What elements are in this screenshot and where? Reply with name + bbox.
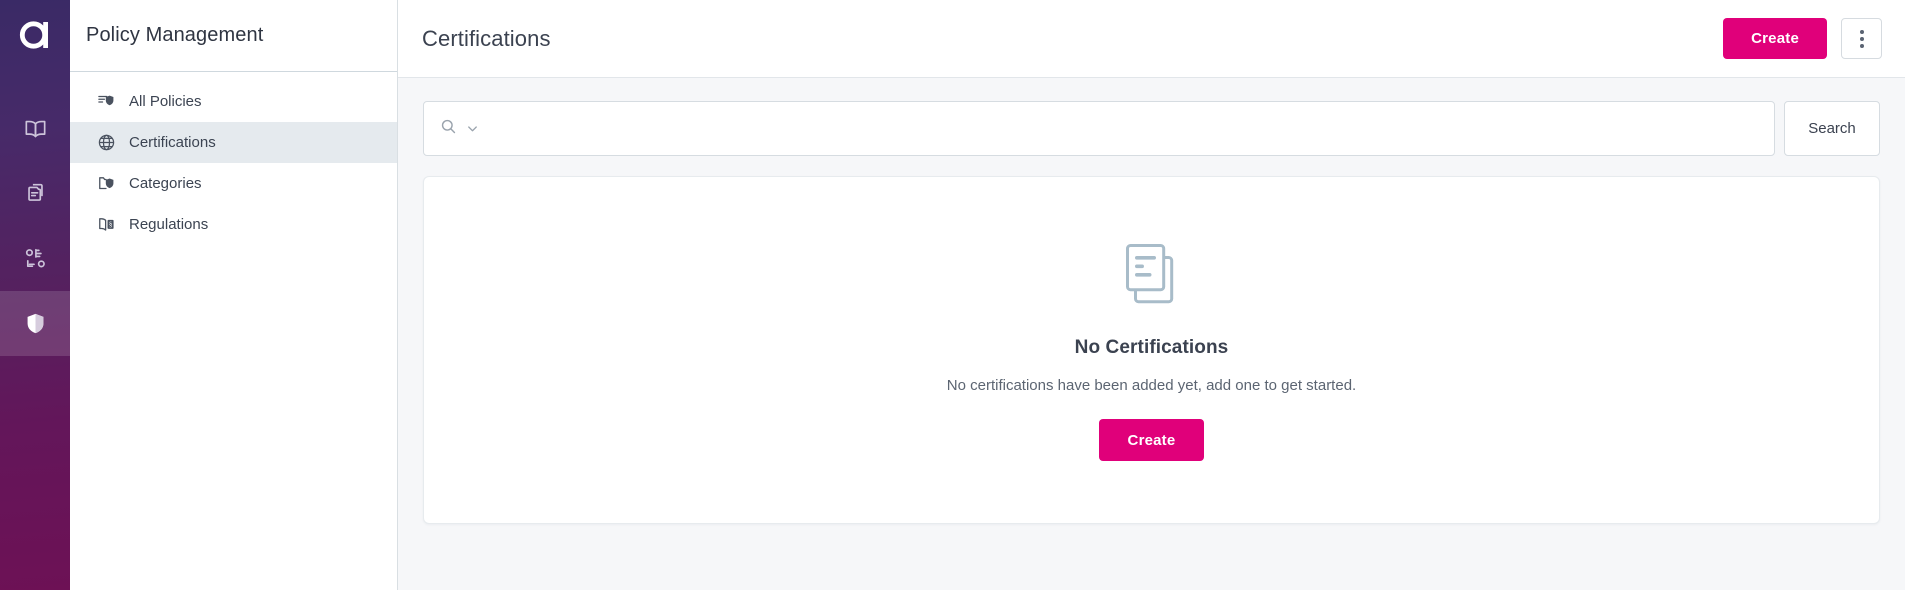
sidebar: Policy Management All Policies Certifica… <box>70 0 398 590</box>
sidebar-item-label: Regulations <box>129 216 209 233</box>
sidebar-item-certifications[interactable]: Certifications <box>70 122 397 163</box>
empty-state-subtitle: No certifications have been added yet, a… <box>946 377 1357 394</box>
sidebar-item-label: Certifications <box>129 134 216 151</box>
page-header-actions: Create <box>1723 18 1882 59</box>
list-shield-icon <box>97 92 116 111</box>
app-root: Policy Management All Policies Certifica… <box>0 0 1905 590</box>
search-input[interactable] <box>488 102 1758 155</box>
page-content: Search No Certifications No certificatio… <box>398 78 1905 590</box>
more-options-button[interactable] <box>1841 18 1882 59</box>
globe-icon <box>97 133 116 152</box>
rail-item-policy[interactable] <box>0 291 70 356</box>
documents-icon <box>23 181 48 206</box>
app-logo[interactable] <box>0 0 70 70</box>
rail-item-knowledge[interactable] <box>0 96 70 161</box>
search-toolbar: Search <box>423 101 1880 156</box>
certifications-card: No Certifications No certifications have… <box>423 176 1880 524</box>
workflow-icon <box>23 246 48 271</box>
documents-stack-icon <box>1112 235 1190 318</box>
empty-state: No Certifications No certifications have… <box>947 235 1356 461</box>
rail-item-workflow[interactable] <box>0 226 70 291</box>
search-button[interactable]: Search <box>1784 101 1880 156</box>
sidebar-nav: All Policies Certifications Categories §… <box>70 72 397 245</box>
book-icon <box>23 116 48 141</box>
book-section-icon: § <box>97 215 116 234</box>
sidebar-item-regulations[interactable]: § Regulations <box>70 204 397 245</box>
folder-shield-icon <box>97 174 116 193</box>
search-field-group[interactable] <box>423 101 1775 156</box>
search-icon <box>440 118 457 140</box>
chevron-down-icon[interactable] <box>465 121 480 136</box>
rail-item-documents[interactable] <box>0 161 70 226</box>
sidebar-item-categories[interactable]: Categories <box>70 163 397 204</box>
page-header: Certifications Create <box>398 0 1905 78</box>
svg-text:§: § <box>109 222 112 229</box>
empty-state-title: No Certifications <box>1074 337 1229 358</box>
sidebar-item-label: Categories <box>129 175 202 192</box>
kebab-menu-icon <box>1859 29 1864 48</box>
global-icon-rail <box>0 0 70 590</box>
sidebar-item-label: All Policies <box>129 93 202 110</box>
page-title: Certifications <box>422 25 551 51</box>
empty-state-create-button[interactable]: Create <box>1098 419 1205 461</box>
shield-icon <box>23 311 48 336</box>
sidebar-title: Policy Management <box>70 0 397 72</box>
main-area: Certifications Create Search No Certific… <box>398 0 1905 590</box>
sidebar-item-all-policies[interactable]: All Policies <box>70 81 397 122</box>
create-button[interactable]: Create <box>1723 18 1827 59</box>
